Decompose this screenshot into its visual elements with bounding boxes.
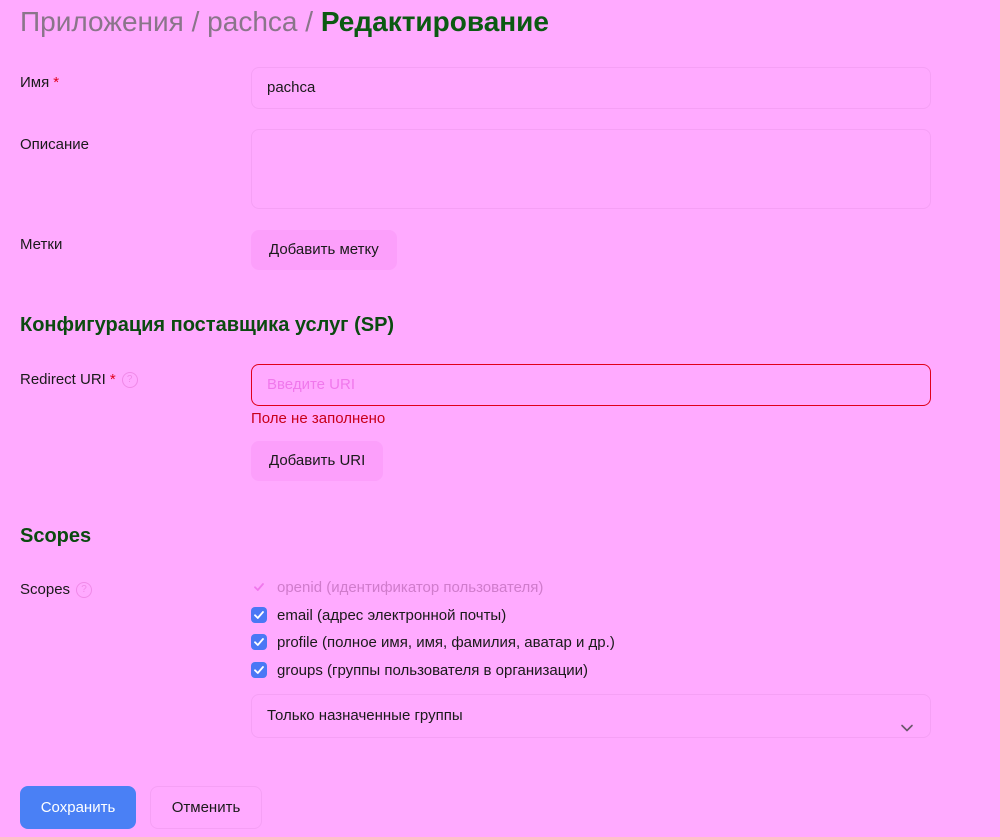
scope-groups-label: groups (группы пользователя в организаци… <box>277 662 589 679</box>
tags-label: Метки <box>20 236 63 253</box>
scopes-label: Scopes? <box>20 580 93 600</box>
scope-email-label: email (адрес электронной почты) <box>277 607 507 624</box>
scope-profile-label: profile (полное имя, имя, фамилия, авата… <box>277 634 615 651</box>
breadcrumb: Приложения / pachca / Редактирование <box>20 4 549 40</box>
chevron-down-icon <box>900 710 914 752</box>
redirect-uri-error: Поле не заполнено <box>251 410 386 427</box>
scopes-section-title: Scopes <box>20 525 92 547</box>
page-title: Редактирование <box>320 6 549 37</box>
add-uri-button[interactable]: Добавить URI <box>251 441 384 481</box>
required-mark: * <box>53 74 60 91</box>
redirect-uri-label-text: Redirect URI <box>20 371 106 388</box>
description-label: Описание <box>20 136 90 153</box>
redirect-uri-input[interactable]: Введите URI <box>251 364 931 406</box>
scope-openid-checkbox: openid (идентификатор пользователя) <box>251 578 543 598</box>
checkbox-checked-icon[interactable] <box>251 634 267 651</box>
scope-profile-checkbox[interactable]: profile (полное имя, имя, фамилия, авата… <box>251 633 615 653</box>
required-mark: * <box>109 371 116 388</box>
help-icon[interactable]: ? <box>121 372 138 389</box>
checkbox-checked-icon[interactable] <box>251 607 267 624</box>
groups-select[interactable]: Только назначенные группы <box>251 694 931 738</box>
add-tag-button[interactable]: Добавить метку <box>251 230 397 270</box>
groups-select-value: Только назначенные группы <box>267 707 463 724</box>
name-input[interactable]: pachca <box>251 67 931 109</box>
name-label-text: Имя <box>20 74 50 91</box>
description-textarea[interactable] <box>251 129 931 209</box>
scopes-label-text: Scopes <box>20 581 71 598</box>
help-icon[interactable]: ? <box>76 582 93 599</box>
cancel-button[interactable]: Отменить <box>150 786 262 829</box>
name-label: Имя * <box>20 73 59 93</box>
name-input-value: pachca <box>267 79 316 96</box>
sp-section-title: Конфигурация поставщика услуг (SP) <box>20 314 395 336</box>
breadcrumb-app-link[interactable]: pachca <box>207 6 297 37</box>
breadcrumb-separator: / <box>305 6 314 37</box>
scope-email-checkbox[interactable]: email (адрес электронной почты) <box>251 606 506 626</box>
checkbox-checked-icon[interactable] <box>251 662 267 679</box>
checkbox-disabled-icon <box>251 579 267 595</box>
scope-groups-checkbox[interactable]: groups (группы пользователя в организаци… <box>251 661 588 681</box>
breadcrumb-separator: / <box>191 6 200 37</box>
redirect-uri-label: Redirect URI *? <box>20 370 138 390</box>
redirect-uri-placeholder: Введите URI <box>267 376 355 393</box>
save-button[interactable]: Сохранить <box>20 786 136 829</box>
scope-openid-label: openid (идентификатор пользователя) <box>277 579 544 596</box>
breadcrumb-applications-link[interactable]: Приложения <box>20 6 184 37</box>
